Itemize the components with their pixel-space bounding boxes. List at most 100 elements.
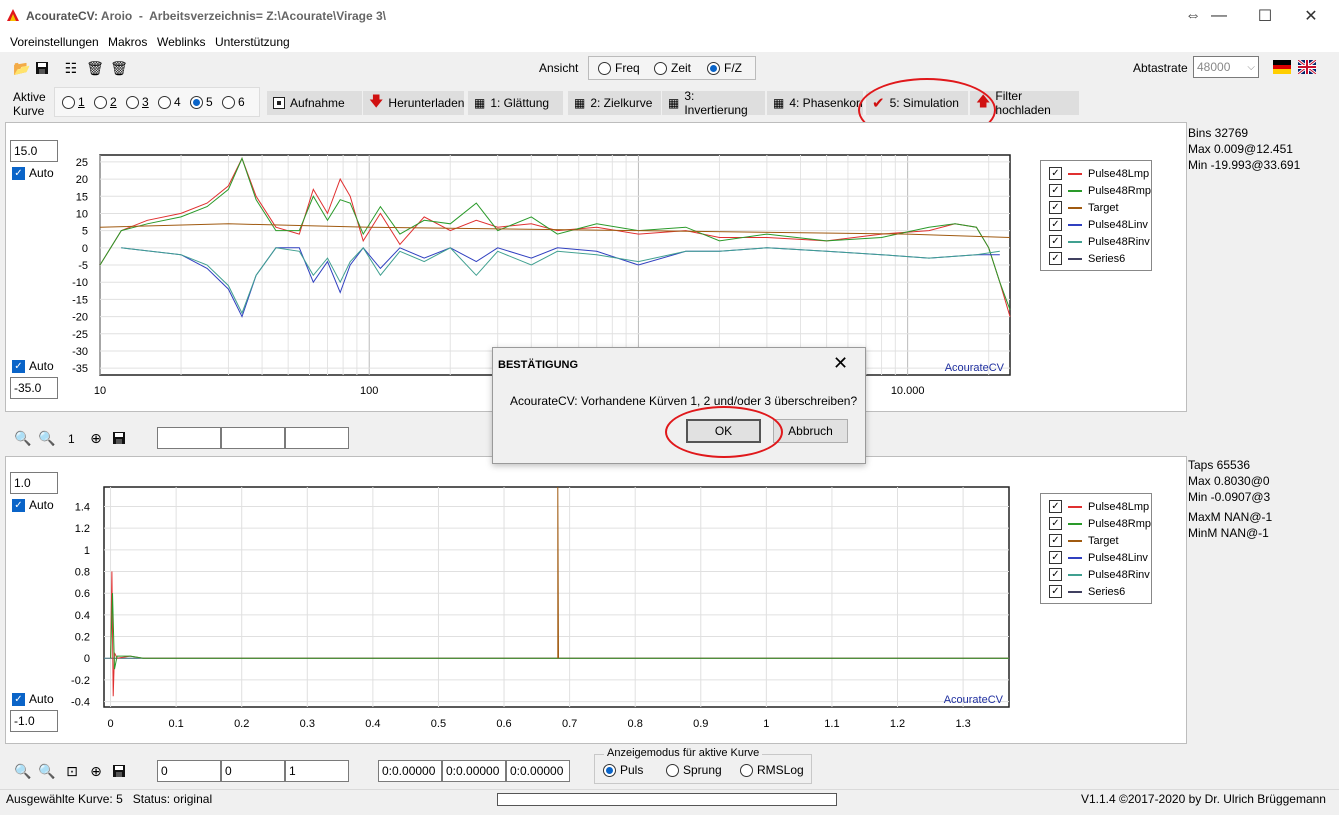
mode-rmslog-radio[interactable]: RMSLog <box>740 763 804 777</box>
legend-row-pulse48linv[interactable]: ✓ Pulse48Linv <box>1049 549 1148 566</box>
curve-radio-2[interactable]: 2 <box>94 95 117 109</box>
menu-makros[interactable]: Makros <box>108 35 147 49</box>
delete-all-icon[interactable]: 🗑 <box>86 59 104 77</box>
herunterladen-button[interactable]: 🡇 Herunterladen <box>363 91 465 115</box>
range-field-b[interactable]: 0 <box>221 760 285 782</box>
phasenkorr-button[interactable]: ▦ 4: Phasenkorr <box>767 91 864 115</box>
time-field-1[interactable]: 0:0.00000 <box>378 760 442 782</box>
legend-checkbox[interactable]: ✓ <box>1049 184 1062 197</box>
save-chart-icon[interactable] <box>110 762 128 780</box>
minimize-button[interactable]: — <box>1196 0 1242 32</box>
menu-weblinks[interactable]: Weblinks <box>157 35 205 49</box>
time-field-2[interactable]: 0:0.00000 <box>442 760 506 782</box>
bottom-auto-checkbox-lower[interactable]: ✓ Auto <box>12 692 54 706</box>
curve-radio-1[interactable]: 1 <box>62 95 85 109</box>
dialog-cancel-button[interactable]: Abbruch <box>773 419 848 443</box>
y-tick-label: -15 <box>72 294 88 306</box>
legend-row-pulse48rmp[interactable]: ✓ Pulse48Rmp <box>1049 515 1151 532</box>
y-tick-label: 0.4 <box>75 610 90 622</box>
legend-row-target[interactable]: ✓ Target <box>1049 199 1119 216</box>
view-fz-radio[interactable]: F/Z <box>707 61 742 75</box>
legend-checkbox[interactable]: ✓ <box>1049 551 1062 564</box>
samplerate-select[interactable]: 48000 ⌵ <box>1193 56 1259 78</box>
legend-row-pulse48rinv[interactable]: ✓ Pulse48Rinv <box>1049 566 1150 583</box>
plot-area <box>103 486 1010 708</box>
zoom-fit-icon[interactable]: ⊡ <box>63 762 81 780</box>
legend-row-target[interactable]: ✓ Target <box>1049 532 1119 549</box>
close-button[interactable]: ✕ <box>1288 0 1334 32</box>
legend-row-series6[interactable]: ✓ Series6 <box>1049 250 1125 267</box>
top-chart-legend: ✓ Pulse48Lmp ✓ Pulse48Rmp ✓ Target ✓ Pulse48… <box>1040 160 1152 271</box>
top-auto-checkbox-upper[interactable]: ✓ Auto <box>12 166 54 180</box>
curve-radio-3[interactable]: 3 <box>126 95 149 109</box>
zoom-in-icon[interactable]: 🔍 <box>14 429 32 447</box>
legend-checkbox[interactable]: ✓ <box>1049 201 1062 214</box>
mode-puls-radio[interactable]: Puls <box>603 763 643 777</box>
legend-checkbox[interactable]: ✓ <box>1049 167 1062 180</box>
legend-row-pulse48rinv[interactable]: ✓ Pulse48Rinv <box>1049 233 1150 250</box>
top-ymin-input[interactable]: -35.0 <box>10 377 58 399</box>
dialog-close-icon[interactable]: ✕ <box>833 353 848 374</box>
legend-checkbox[interactable]: ✓ <box>1049 500 1062 513</box>
legend-row-pulse48linv[interactable]: ✓ Pulse48Linv <box>1049 216 1148 233</box>
legend-checkbox[interactable]: ✓ <box>1049 568 1062 581</box>
save-chart-icon[interactable] <box>110 429 128 447</box>
legend-row-pulse48lmp[interactable]: ✓ Pulse48Lmp <box>1049 498 1149 515</box>
legend-checkbox[interactable]: ✓ <box>1049 235 1062 248</box>
legend-checkbox[interactable]: ✓ <box>1049 218 1062 231</box>
curve-radio-5[interactable]: 5 <box>190 95 213 109</box>
legend-checkbox[interactable]: ✓ <box>1049 534 1062 547</box>
zielkurve-button[interactable]: ▦ 2: Zielkurve <box>568 91 662 115</box>
y-tick-label: -25 <box>72 329 88 341</box>
curve-radio-6[interactable]: 6 <box>222 95 245 109</box>
series-target <box>557 486 559 659</box>
dialog-message: AcourateCV: Vorhandene Kürven 1, 2 und/o… <box>510 394 858 408</box>
cursor-field-1[interactable] <box>157 427 221 449</box>
open-folder-icon[interactable]: 📂 <box>13 59 31 77</box>
delete-icon[interactable]: 🗑 <box>110 59 128 77</box>
menu-unterstuetzung[interactable]: Unterstützung <box>215 35 290 49</box>
y-tick-label: 0.8 <box>75 567 90 579</box>
range-field-c[interactable]: 1 <box>285 760 349 782</box>
zoom-out-icon[interactable]: 🔍 <box>38 429 56 447</box>
legend-row-pulse48lmp[interactable]: ✓ Pulse48Lmp <box>1049 165 1149 182</box>
legend-row-pulse48rmp[interactable]: ✓ Pulse48Rmp <box>1049 182 1151 199</box>
y-tick-label: -5 <box>78 260 88 272</box>
samplerate-label: Abtastrate <box>1133 61 1188 75</box>
range-field-a[interactable]: 0 <box>157 760 221 782</box>
y-tick-label: 0 <box>84 653 90 665</box>
curve-radio-4[interactable]: 4 <box>158 95 181 109</box>
cursor-field-3[interactable] <box>285 427 349 449</box>
list-icon[interactable]: ☷ <box>62 59 80 77</box>
legend-checkbox[interactable]: ✓ <box>1049 517 1062 530</box>
maximize-button[interactable]: ☐ <box>1242 0 1288 32</box>
top-ymax-input[interactable]: 15.0 <box>10 140 58 162</box>
y-tick-label: 1 <box>84 545 90 557</box>
menu-voreinstellungen[interactable]: Voreinstellungen <box>10 35 99 49</box>
legend-checkbox[interactable]: ✓ <box>1049 585 1062 598</box>
uk-flag-icon[interactable] <box>1297 58 1317 76</box>
aufnahme-button[interactable]: Aufnahme <box>267 91 363 115</box>
glaettung-button[interactable]: ▦ 1: Glättung <box>468 91 564 115</box>
zoom-out-icon[interactable]: 🔍 <box>38 762 56 780</box>
bottom-ymax-input[interactable]: 1.0 <box>10 472 58 494</box>
view-freq-radio[interactable]: Freq <box>598 61 640 75</box>
x-tick-label: 0.2 <box>234 718 249 730</box>
cursor-field-2[interactable] <box>221 427 285 449</box>
legend-checkbox[interactable]: ✓ <box>1049 252 1062 265</box>
view-zeit-radio[interactable]: Zeit <box>654 61 691 75</box>
save-icon[interactable] <box>33 59 51 77</box>
invertierung-button[interactable]: ▦ 3: Invertierung <box>662 89 766 117</box>
top-auto-checkbox-lower[interactable]: ✓ Auto <box>12 359 54 373</box>
time-field-3[interactable]: 0:0.00000 <box>506 760 570 782</box>
impulse-chart[interactable]: 0 0.1 0.2 0.3 0.4 0.5 0.6 0.7 0.8 0.9 1 1.1 1.2 1.3 1.… <box>60 482 1020 740</box>
zoom-in-icon[interactable]: 🔍 <box>14 762 32 780</box>
legend-row-series6[interactable]: ✓ Series6 <box>1049 583 1125 600</box>
target-icon[interactable]: ⊕ <box>87 762 105 780</box>
bottom-auto-checkbox-upper[interactable]: ✓ Auto <box>12 498 54 512</box>
x-tick-label: 0.4 <box>365 718 380 730</box>
german-flag-icon[interactable] <box>1273 60 1291 74</box>
mode-sprung-radio[interactable]: Sprung <box>666 763 722 777</box>
bottom-ymin-input[interactable]: -1.0 <box>10 710 58 732</box>
target-icon[interactable]: ⊕ <box>87 429 105 447</box>
